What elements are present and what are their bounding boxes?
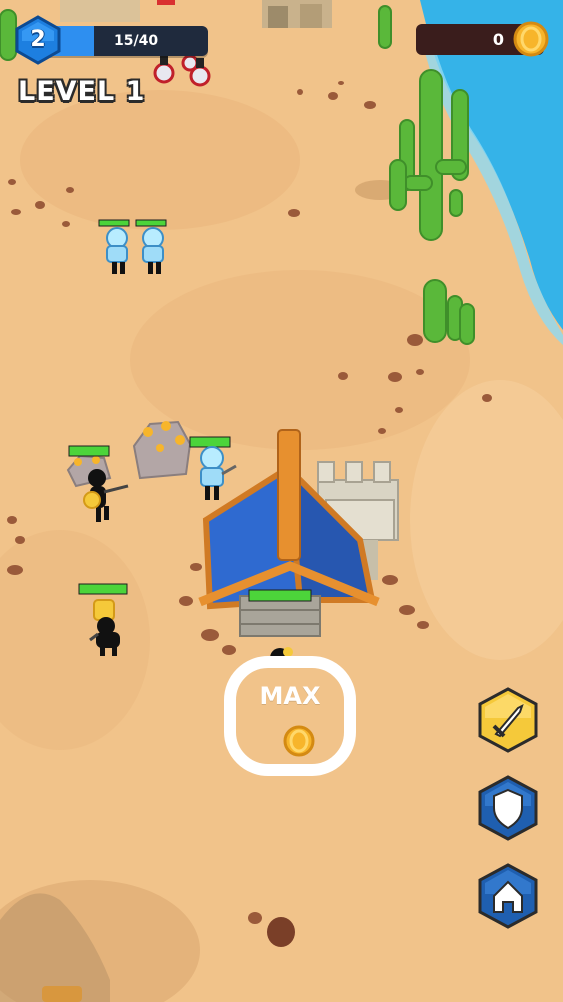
- coin-counter: 0: [416, 21, 549, 57]
- defend-button[interactable]: [476, 774, 540, 842]
- shield-icon: [478, 775, 538, 841]
- player-level-badge: 2: [13, 15, 63, 65]
- level-title: LEVEL 1: [18, 76, 146, 107]
- game-world[interactable]: [0, 0, 563, 1002]
- home-button[interactable]: [476, 862, 540, 930]
- sword-icon: [478, 687, 538, 753]
- attack-button[interactable]: [476, 686, 540, 754]
- max-label: MAX: [259, 682, 321, 710]
- xp-progress-text: 15/40: [114, 33, 159, 49]
- gold-coin-icon: [513, 21, 549, 57]
- house-icon: [478, 863, 538, 929]
- player-level-number: 2: [30, 27, 46, 52]
- upgrade-zone[interactable]: MAX: [224, 656, 356, 776]
- gold-coin-icon: [283, 725, 315, 757]
- coin-count: 0: [492, 30, 504, 49]
